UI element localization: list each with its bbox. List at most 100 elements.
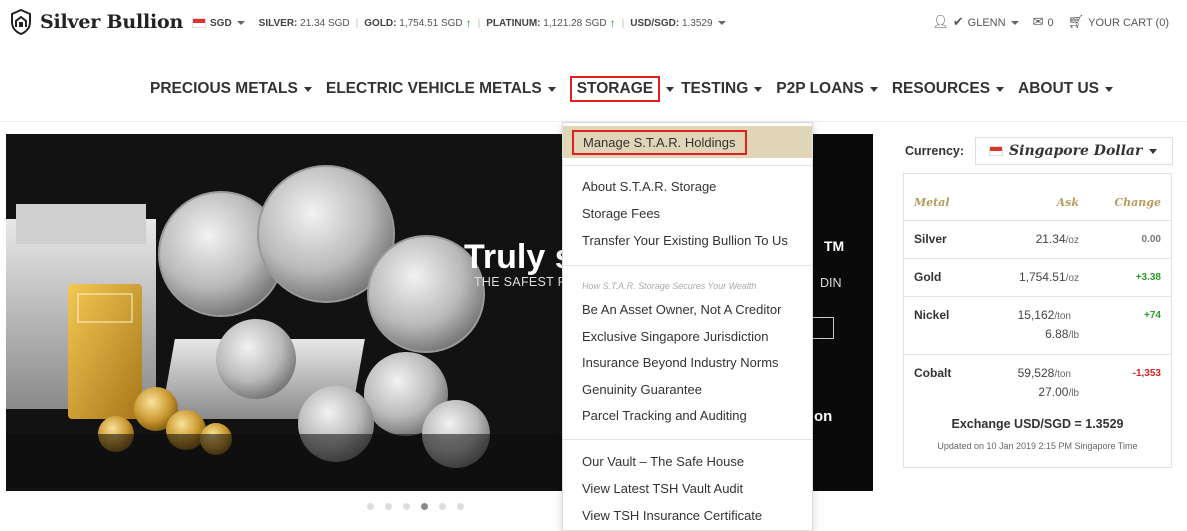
nav-testing[interactable]: TESTING [674, 76, 769, 102]
cart-icon: 🛒︎ [1067, 14, 1085, 29]
fx-rate[interactable]: USD/SGD: 1.3529 [630, 18, 726, 29]
nav-resources[interactable]: RESOURCES [885, 76, 1011, 102]
hero-subtitle-end: DIN [820, 276, 842, 290]
arrow-up-icon: ↑ [465, 16, 472, 30]
menu-item-insurance-certificate[interactable]: View TSH Insurance Certificate [582, 508, 762, 523]
carousel-dot[interactable] [439, 503, 446, 510]
menu-item-storage-fees[interactable]: Storage Fees [582, 206, 660, 221]
ask-price-secondary: 6.88/lb [1045, 327, 1079, 341]
currency-selector-row: Currency: Singapore Dollar [905, 137, 1174, 165]
metal-name: Nickel [914, 308, 950, 322]
arrow-up-icon: ↑ [609, 16, 616, 30]
chevron-down-icon [547, 86, 556, 92]
messages-link[interactable]: ✉ 0 [1033, 14, 1054, 30]
menu-item-insurance[interactable]: Insurance Beyond Industry Norms [582, 355, 779, 370]
chevron-down-icon [236, 21, 245, 25]
menu-item-about-star-storage[interactable]: About S.T.A.R. Storage [582, 179, 716, 194]
top-bar: Silver Bullion SGD SILVER: 21.34 SGD | G… [0, 0, 1187, 44]
carousel-dot[interactable] [403, 503, 410, 510]
divider: | [621, 17, 625, 29]
price-table: Metal Ask Change Silver 21.34/oz 0.00 Go… [903, 173, 1172, 468]
nav-label: TESTING [681, 80, 749, 97]
hero-subtitle: THE SAFEST P [474, 275, 567, 289]
nav-label: PRECIOUS METALS [150, 80, 298, 97]
hero-trademark: TM [824, 238, 845, 254]
chevron-down-icon [1104, 86, 1113, 92]
cart-label: YOUR CART (0) [1088, 17, 1169, 29]
nav-label: P2P LOANS [776, 80, 864, 97]
chevron-down-icon [869, 86, 878, 92]
divider [563, 439, 812, 440]
exchange-rate: Exchange USD/SGD = 1.3529 [951, 417, 1124, 431]
main-nav: PRECIOUS METALS ELECTRIC VEHICLE METALS … [0, 76, 1187, 102]
user-name: GLENN [967, 17, 1006, 29]
chevron-down-icon [996, 86, 1005, 92]
nav-about-us[interactable]: ABOUT US [1011, 76, 1120, 102]
carousel-dot[interactable] [367, 503, 374, 510]
currency-select[interactable]: Singapore Dollar [975, 137, 1174, 165]
updated-timestamp: Updated on 10 Jan 2019 2:15 PM Singapore… [937, 441, 1138, 451]
site-logo[interactable]: Silver Bullion [10, 9, 183, 35]
nav-storage[interactable]: STORAGE [563, 76, 675, 102]
hero-bottom-text: on [814, 408, 833, 425]
metal-name: Silver [914, 232, 947, 246]
chevron-down-icon [717, 20, 726, 25]
menu-item-parcel-tracking[interactable]: Parcel Tracking and Auditing [582, 408, 747, 423]
menu-item-our-vault[interactable]: Our Vault – The Safe House [582, 454, 744, 469]
menu-item-transfer-bullion[interactable]: Transfer Your Existing Bullion To Us [582, 233, 788, 248]
divider: | [355, 17, 359, 29]
message-count: 0 [1047, 17, 1054, 29]
menu-item-singapore-jurisdiction[interactable]: Exclusive Singapore Jurisdiction [582, 329, 768, 344]
price-change: +74 [1144, 310, 1161, 321]
table-row: Nickel 15,162/ton 6.88/lb +74 [904, 296, 1171, 354]
nav-precious-metals[interactable]: PRECIOUS METALS [143, 76, 319, 102]
ask-price: 1,754.51/oz [1018, 270, 1079, 284]
bullion-photo [6, 134, 566, 491]
price-change: 0.00 [1141, 234, 1161, 245]
ask-price: 15,162/ton [1017, 308, 1071, 322]
menu-item-vault-audit[interactable]: View Latest TSH Vault Audit [582, 481, 743, 496]
chevron-down-icon [303, 86, 312, 92]
price-change: -1,353 [1132, 368, 1161, 379]
column-header-metal: Metal [914, 196, 950, 209]
metal-name: Cobalt [914, 366, 952, 380]
metal-name: Gold [914, 270, 942, 284]
cart-link[interactable]: 🛒︎ YOUR CART (0) [1068, 14, 1169, 30]
menu-item-genuinity-guarantee[interactable]: Genuinity Guarantee [582, 382, 702, 397]
singapore-flag-icon [989, 146, 1004, 156]
table-row: Cobalt 59,528/ton 27.00/lb -1,353 [904, 354, 1171, 412]
nav-label: STORAGE [576, 80, 654, 97]
table-row: Silver 21.34/oz 0.00 [904, 220, 1171, 258]
chevron-down-icon [666, 86, 675, 92]
brand-name: Silver Bullion [40, 11, 184, 33]
nav-storage-highlight: STORAGE [569, 76, 661, 102]
nav-electric-vehicle-metals[interactable]: ELECTRIC VEHICLE METALS [319, 76, 563, 102]
hero-headline: Truly s [464, 238, 574, 276]
menu-section-title: How S.T.A.R. Storage Secures Your Wealth [582, 281, 757, 291]
user-bar: 👤︎ ✔ GLENN ✉ 0 🛒︎ YOUR CART (0) [932, 14, 1169, 30]
check-icon: ✔ [952, 14, 964, 29]
nav-p2p-loans[interactable]: P2P LOANS [769, 76, 885, 102]
menu-item-manage-star-holdings[interactable]: Manage S.T.A.R. Holdings [572, 130, 748, 155]
column-header-change: Change [1114, 196, 1161, 209]
shield-logo-icon [11, 9, 31, 35]
divider [563, 265, 812, 266]
ask-price-secondary: 27.00/lb [1038, 385, 1079, 399]
divider [563, 165, 812, 166]
carousel-dot-active[interactable] [421, 503, 428, 510]
user-menu[interactable]: 👤︎ ✔ GLENN [932, 14, 1019, 30]
carousel-dot[interactable] [385, 503, 392, 510]
silver-price: SILVER: 21.34 SGD [258, 17, 350, 29]
column-header-ask: Ask [1056, 196, 1079, 209]
currency-value: Singapore Dollar [1009, 143, 1143, 159]
ask-price: 21.34/oz [1035, 232, 1079, 246]
nav-label: RESOURCES [891, 80, 991, 97]
carousel-dots [367, 503, 464, 510]
mail-icon: ✉ [1032, 14, 1044, 29]
carousel-dot[interactable] [457, 503, 464, 510]
nav-label: ELECTRIC VEHICLE METALS [325, 80, 542, 97]
menu-item-asset-owner[interactable]: Be An Asset Owner, Not A Creditor [582, 302, 781, 317]
chevron-down-icon [754, 86, 763, 92]
singapore-flag-icon [192, 18, 206, 28]
currency-switcher[interactable]: SGD [192, 18, 245, 29]
